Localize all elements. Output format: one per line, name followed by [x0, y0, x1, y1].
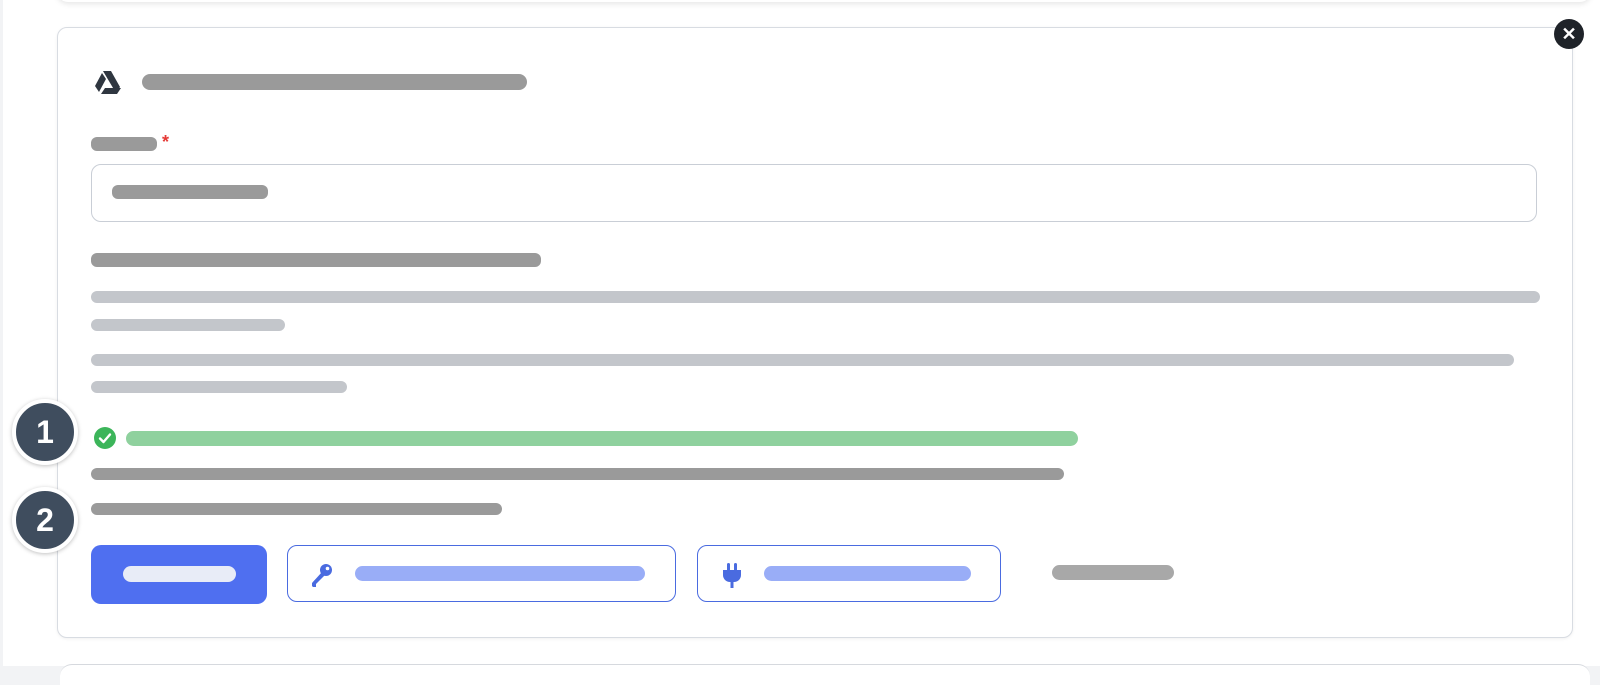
description-line — [91, 354, 1514, 366]
primary-button-label — [123, 566, 236, 582]
previous-card — [57, 0, 1591, 2]
close-icon: ✕ — [1561, 24, 1577, 44]
next-card — [60, 664, 1590, 685]
field-label — [91, 137, 157, 151]
reauthorize-button-label — [355, 566, 645, 581]
card-title — [142, 74, 527, 90]
step-marker-2: 2 — [12, 487, 78, 553]
close-button[interactable]: ✕ — [1554, 19, 1584, 49]
test-connection-button[interactable] — [697, 545, 1001, 602]
key-icon — [312, 564, 332, 587]
description-line — [91, 319, 285, 331]
input-value — [112, 185, 268, 199]
disconnect-link[interactable] — [1052, 565, 1174, 580]
description-line — [91, 291, 1540, 303]
plug-icon — [723, 563, 741, 588]
primary-button[interactable] — [91, 545, 267, 604]
test-connection-button-label — [764, 566, 971, 581]
check-circle-icon — [94, 427, 116, 449]
name-input[interactable] — [91, 164, 1537, 222]
connection-status — [126, 431, 1078, 446]
description-line — [91, 381, 347, 393]
section-heading — [91, 253, 541, 267]
folder-info — [91, 503, 502, 515]
account-info — [91, 468, 1064, 480]
required-marker: * — [162, 132, 170, 152]
reauthorize-button[interactable] — [287, 545, 676, 602]
google-drive-icon — [95, 71, 121, 94]
step-marker-1: 1 — [12, 399, 78, 465]
